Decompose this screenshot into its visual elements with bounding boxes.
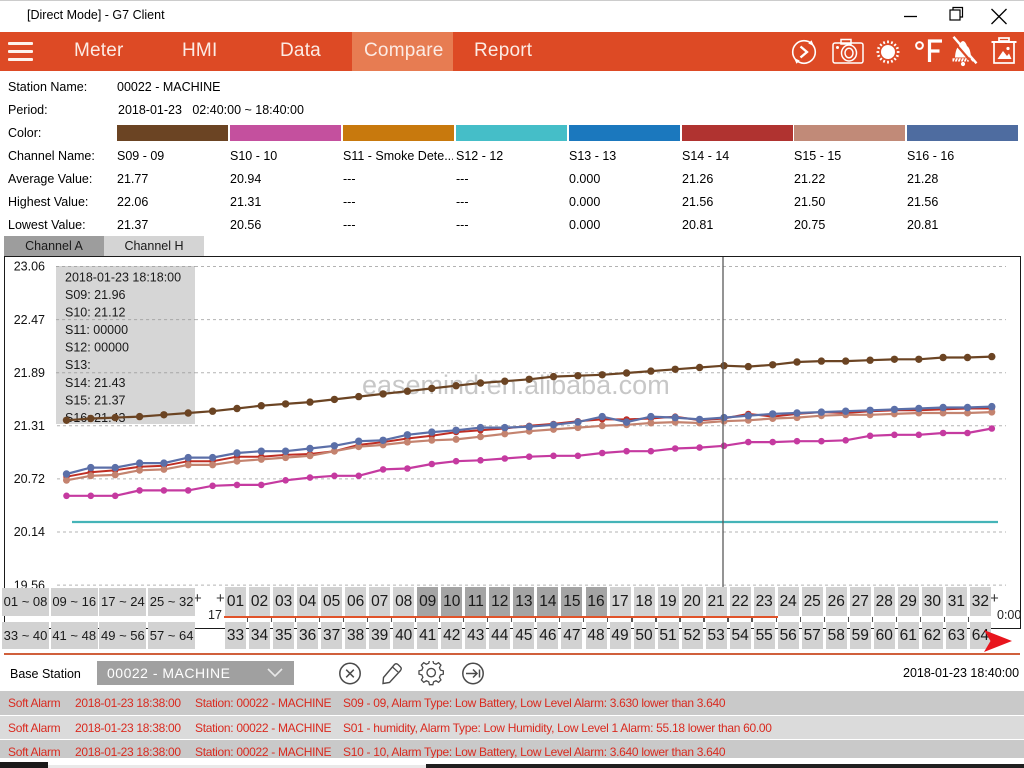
svg-text:23.06: 23.06 [14,260,45,274]
svg-text:21.31: 21.31 [14,419,45,433]
svg-text:S14: 21.43: S14: 21.43 [65,376,126,390]
svg-text:S15: 21.37: S15: 21.37 [65,393,126,407]
svg-text:2018-01-23 18:18:00: 2018-01-23 18:18:00 [65,271,181,285]
svg-text:S09: 21.96: S09: 21.96 [65,288,126,302]
svg-text:S11: 00000: S11: 00000 [65,323,128,337]
svg-text:21.89: 21.89 [14,366,45,380]
svg-text:20.72: 20.72 [14,472,45,486]
svg-text:S12: 00000: S12: 00000 [65,341,129,355]
svg-text:20.14: 20.14 [14,525,45,539]
svg-text:S13:: S13: [65,358,91,372]
svg-text:S10: 21.12: S10: 21.12 [65,306,126,320]
svg-text:22.47: 22.47 [14,313,45,327]
